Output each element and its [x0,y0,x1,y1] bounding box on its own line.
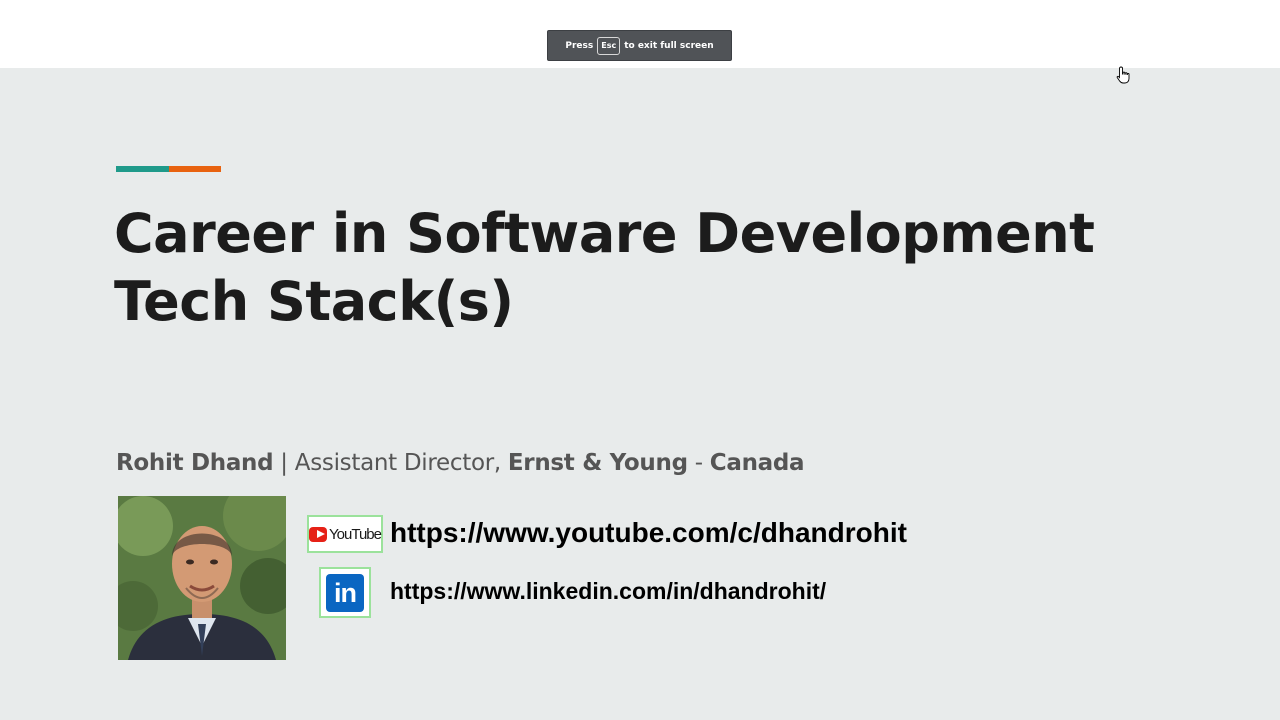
youtube-wordmark: YouTube [329,525,382,543]
presenter-photo [118,496,286,660]
presenter-line: Rohit Dhand | Assistant Director, Ernst … [116,450,805,476]
notice-press-text: Press [565,40,594,51]
presenter-company: Ernst & Young [507,450,688,476]
linkedin-icon: in [326,573,364,612]
esc-key-badge: Esc [597,36,621,55]
accent-teal-segment [116,166,169,172]
accent-orange-segment [169,166,221,172]
youtube-logo: YouTube [307,515,383,553]
presenter-dash: - [687,450,710,476]
youtube-url-link[interactable]: https://www.youtube.com/c/dhandrohit [390,517,907,549]
linkedin-logo: in [319,567,371,618]
slide-title: Career in Software Development Tech Stac… [114,200,1095,336]
presenter-role: Assistant Director, [294,450,508,476]
notice-message-text: to exit full screen [624,40,714,51]
top-bar: Press Esc to exit full screen [0,0,1280,68]
title-line-1: Career in Software Development [114,202,1095,265]
hand-cursor-icon [1116,66,1130,84]
portrait-illustration [118,496,286,660]
title-accent-bar [116,166,221,172]
presenter-separator: | [273,450,295,476]
youtube-play-icon [309,526,328,542]
exit-fullscreen-notice: Press Esc to exit full screen [547,30,732,61]
presenter-name: Rohit Dhand [116,450,274,476]
title-line-2: Tech Stack(s) [114,270,514,333]
slide-canvas: Career in Software Development Tech Stac… [0,68,1280,720]
presenter-country: Canada [709,450,805,476]
linkedin-url-link[interactable]: https://www.linkedin.com/in/dhandrohit/ [390,578,826,605]
